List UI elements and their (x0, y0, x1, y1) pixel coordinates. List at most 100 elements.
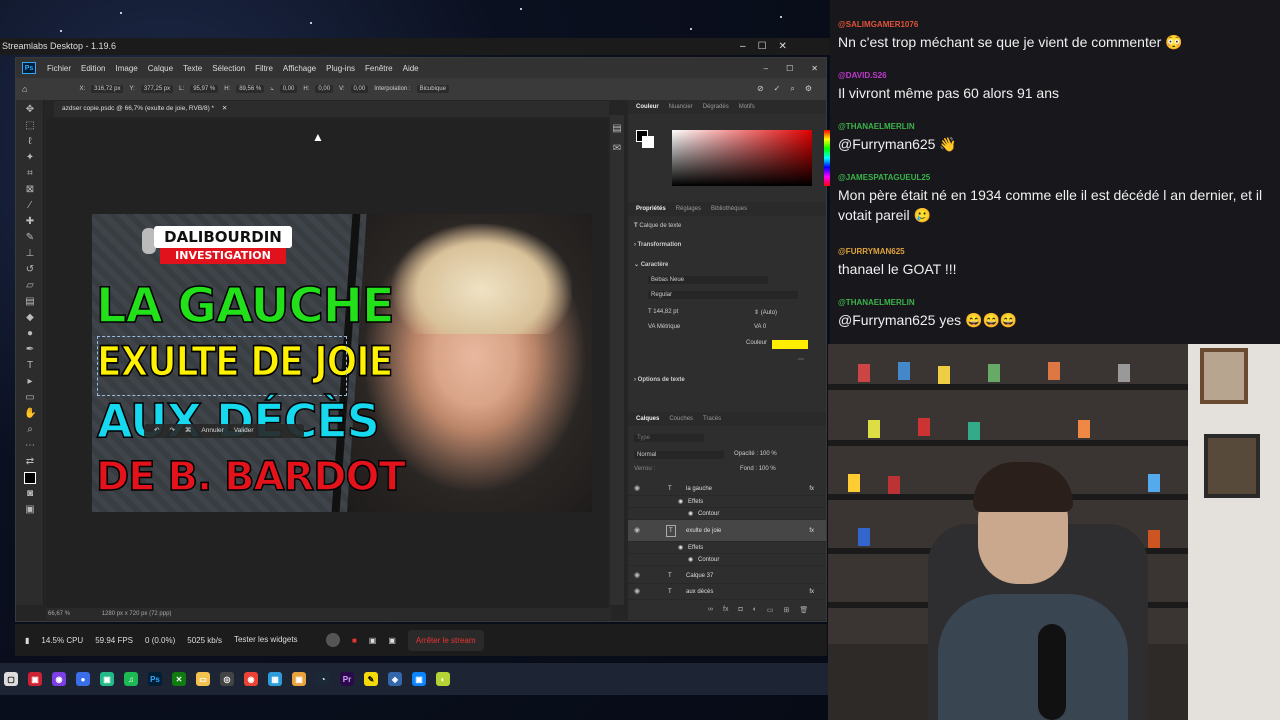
xbox-icon[interactable]: ✕ (172, 672, 186, 686)
tab-degrades[interactable]: Dégradés (703, 100, 729, 114)
visibility-eye-icon[interactable]: ◉ (634, 584, 640, 600)
stamp-tool-icon[interactable]: ⊥ (24, 248, 36, 260)
history-brush-icon[interactable]: ↺ (24, 264, 36, 276)
comments-panel-icon[interactable]: ✉ (611, 143, 623, 155)
mic-button[interactable]: ▣ (388, 636, 396, 645)
menu-aide[interactable]: Aide (398, 64, 424, 73)
spotify-icon[interactable]: ♫ (124, 672, 138, 686)
eyedropper-icon[interactable]: ⁄ (24, 200, 36, 212)
tab-nuancier[interactable]: Nuancier (669, 100, 693, 114)
new-group-icon[interactable]: ▭ (767, 606, 774, 614)
search-icon[interactable]: ⌕ (790, 84, 794, 94)
ps-close-icon[interactable]: ✕ (811, 64, 818, 73)
font-family-select[interactable]: Bebas Neue (648, 276, 768, 284)
streamlabs-icon[interactable]: ◉ (52, 672, 66, 686)
file-explorer-icon[interactable]: ▭ (196, 672, 210, 686)
tab-couches[interactable]: Couches (669, 412, 693, 426)
steam-icon[interactable]: ◔ (316, 672, 330, 686)
app-icon-9[interactable]: ◎ (220, 672, 234, 686)
minimize-icon[interactable]: – (740, 38, 746, 55)
tab-proprietes[interactable]: Propriétés (636, 202, 666, 216)
screen-mode-icon[interactable]: ▣ (24, 504, 36, 516)
pen-tool-icon[interactable]: ✒ (24, 344, 36, 356)
transform-section[interactable]: › Transformation (634, 242, 681, 248)
path-selection-icon[interactable]: ▸ (24, 376, 36, 388)
visibility-eye-icon[interactable]: ◉ (634, 482, 640, 496)
test-widgets-button[interactable]: Tester les widgets (234, 634, 314, 646)
text-color-swatch[interactable] (772, 340, 808, 349)
menu-edition[interactable]: Edition (76, 64, 110, 73)
zoom-tool-icon[interactable]: ⌕ (24, 424, 36, 436)
adjustment-layer-icon[interactable]: ◐ (753, 606, 757, 614)
tab-traces[interactable]: Tracés (703, 412, 721, 426)
fill-control[interactable]: Fond : 100 % (740, 466, 776, 472)
angle-field[interactable]: 0,00 (279, 85, 298, 93)
document-tab[interactable]: azdser copie.psdc @ 66,7% (exulte de joi… (54, 101, 609, 117)
character-section[interactable]: ⌄ Caractère (634, 261, 668, 268)
opacity-control[interactable]: Opacité : 100 % (734, 451, 777, 457)
move-tool-icon[interactable]: ✥ (24, 104, 36, 116)
menu-calque[interactable]: Calque (143, 64, 178, 73)
app-icon-12[interactable]: ▣ (292, 672, 306, 686)
menu-selection[interactable]: Sélection (207, 64, 250, 73)
brush-tool-icon[interactable]: ✎ (24, 232, 36, 244)
eraser-icon[interactable]: ▱ (24, 280, 36, 292)
new-layer-icon[interactable]: ⊞ (784, 606, 790, 614)
app-icon-15[interactable]: ✎ (364, 672, 378, 686)
visibility-eye-icon[interactable]: ◉ (634, 568, 640, 584)
magic-wand-icon[interactable]: ✦ (24, 152, 36, 164)
home-icon[interactable]: ⌂ (22, 84, 27, 94)
frame-tool-icon[interactable]: ⊠ (24, 184, 36, 196)
close-icon[interactable]: ✕ (779, 38, 787, 55)
app-icon-4[interactable]: ▣ (100, 672, 114, 686)
more-options-icon[interactable]: ⋯ (798, 356, 804, 363)
thumbnail-canvas[interactable]: DALIBOURDIN INVESTIGATION LA GAUCHE EXUL… (92, 214, 592, 512)
color-picker-field[interactable] (672, 130, 812, 186)
chrome-icon[interactable]: ◉ (244, 672, 258, 686)
cancel-transform-icon[interactable]: ⊘ (757, 84, 764, 94)
zoom-level[interactable]: 66,67 % (48, 611, 70, 617)
layer-row[interactable]: ◉ Tla gauche fx (628, 482, 826, 496)
redo-icon[interactable]: ↷ (169, 424, 174, 438)
tab-reglages[interactable]: Réglages (676, 202, 701, 216)
replay-button[interactable]: ■ (352, 636, 357, 645)
stats-icon[interactable]: ▮ (25, 636, 29, 645)
camera-button[interactable]: ▣ (369, 636, 377, 645)
swap-colors-icon[interactable]: ⇄ (24, 456, 36, 468)
blur-tool-icon[interactable]: ◆ (24, 312, 36, 324)
stroke-eye-icon[interactable]: ◉ (688, 554, 693, 566)
menu-fenetre[interactable]: Fenêtre (360, 64, 398, 73)
menu-filtre[interactable]: Filtre (250, 64, 278, 73)
layer-row[interactable]: ◉ T Calque 37 (628, 568, 826, 584)
tab-bibliotheques[interactable]: Bibliothèques (711, 202, 747, 216)
menu-texte[interactable]: Texte (178, 64, 207, 73)
menu-plugins[interactable]: Plug-ins (321, 64, 360, 73)
link-layers-icon[interactable]: ∞ (708, 606, 713, 614)
transform-bounding-box[interactable] (97, 336, 347, 396)
gradient-tool-icon[interactable]: ▤ (24, 296, 36, 308)
tab-couleur[interactable]: Couleur (636, 100, 659, 114)
shape-tool-icon[interactable]: ▭ (24, 392, 36, 404)
leading-field[interactable]: ⇕ (Auto) (754, 309, 777, 316)
quick-mask-icon[interactable]: ◙ (24, 488, 36, 500)
marquee-tool-icon[interactable]: ⬚ (24, 120, 36, 132)
app-icon-11[interactable]: ▦ (268, 672, 282, 686)
text-tool-icon[interactable]: T (24, 360, 36, 372)
stroke-eye-icon[interactable]: ◉ (688, 508, 693, 520)
premiere-icon[interactable]: Pr (340, 672, 354, 686)
more-tools-icon[interactable]: ⋯ (24, 440, 36, 452)
cancel-button[interactable]: Annuler (201, 424, 223, 438)
interpolation-select[interactable]: Bicubique (416, 85, 449, 93)
layer-row-selected[interactable]: ◉ Texulte de joie fx (628, 520, 826, 542)
font-size-field[interactable]: T 144,82 pt (648, 309, 678, 315)
crop-tool-icon[interactable]: ⌗ (24, 168, 36, 180)
history-panel-icon[interactable]: ▤ (611, 123, 623, 135)
background-swatch[interactable] (642, 136, 654, 148)
app-icon-3[interactable]: ● (76, 672, 90, 686)
undo-icon[interactable]: ↶ (154, 424, 159, 438)
x-field[interactable]: 316,72 px (91, 85, 124, 93)
menu-image[interactable]: Image (110, 64, 142, 73)
ps-minimize-icon[interactable]: – (764, 64, 768, 73)
h-skew-field[interactable]: 0,00 (315, 85, 334, 93)
app-icon-1[interactable]: ▣ (28, 672, 42, 686)
